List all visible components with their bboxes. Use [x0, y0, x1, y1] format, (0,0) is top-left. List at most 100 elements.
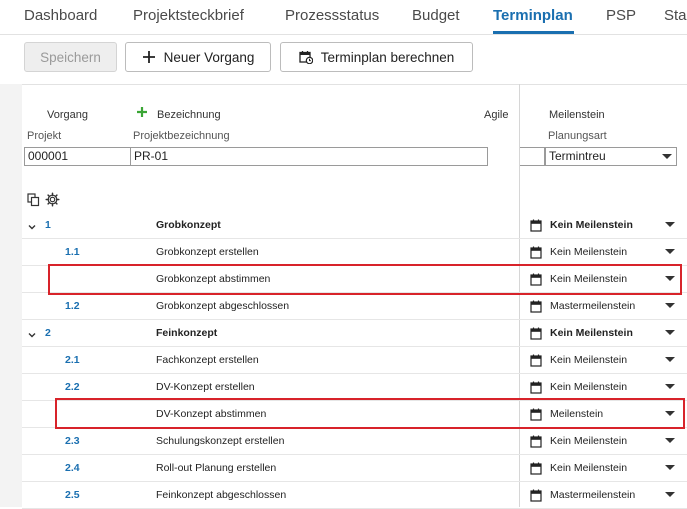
table-row[interactable]: 2.1 Fachkonzept erstellen Kein Meilenstein: [22, 347, 687, 374]
save-button[interactable]: Speichern: [24, 42, 117, 72]
milestone-cell[interactable]: Kein Meilenstein: [530, 217, 633, 233]
dropdown-arrow-icon[interactable]: [665, 384, 675, 389]
planungsart-value: Termintreu: [549, 149, 606, 163]
copy-icon[interactable]: [27, 193, 40, 212]
table-row[interactable]: 2.2 DV-Konzept erstellen Kein Meilenstein: [22, 374, 687, 401]
milestone-value: Mastermeilenstein: [550, 489, 636, 501]
projektbezeichnung-label: Projektbezeichnung: [133, 130, 230, 142]
milestone-cell[interactable]: Kein Meilenstein: [530, 325, 633, 341]
save-button-label: Speichern: [40, 49, 101, 65]
column-header-vorgang: Vorgang: [47, 109, 88, 121]
tab-budget[interactable]: Budget: [412, 7, 460, 24]
milestone-cell[interactable]: Mastermeilenstein: [530, 298, 635, 314]
highlight-box-grobkonzept-abstimmen: [48, 264, 682, 295]
calendar-icon: [530, 462, 546, 475]
calendar-icon: [530, 354, 546, 367]
projekt-label: Projekt: [27, 130, 62, 142]
row-number: 2.3: [65, 435, 80, 447]
dropdown-arrow-icon[interactable]: [665, 303, 675, 308]
row-name: Grobkonzept: [156, 219, 221, 231]
calculate-schedule-button[interactable]: Terminplan berechnen: [280, 42, 473, 72]
calendar-icon: [530, 435, 546, 448]
new-task-button-label: Neuer Vorgang: [163, 49, 255, 65]
toolbar: Speichern Neuer Vorgang Terminplan berec…: [0, 34, 687, 85]
dropdown-arrow-icon[interactable]: [665, 438, 675, 443]
table-row[interactable]: 2.4 Roll-out Planung erstellen Kein Meilen…: [22, 455, 687, 482]
milestone-value: Kein Meilenstein: [550, 246, 628, 258]
tab-bar: Dashboard Projektsteckbrief Prozessstatu…: [0, 0, 687, 35]
calendar-icon: [530, 246, 546, 259]
milestone-value: Kein Meilenstein: [550, 327, 633, 339]
highlight-box-dv-konzept-abstimmen: [55, 398, 685, 429]
chevron-down-icon: [662, 154, 672, 159]
row-number: 1.1: [65, 246, 80, 258]
row-number: 1.2: [65, 300, 80, 312]
milestone-cell[interactable]: Kein Meilenstein: [530, 460, 627, 476]
projekt-field[interactable]: 000001: [24, 147, 131, 166]
agile-field[interactable]: [520, 147, 545, 166]
milestone-value: Kein Meilenstein: [550, 219, 633, 231]
dropdown-arrow-icon[interactable]: [665, 222, 675, 227]
row-number: 2.2: [65, 381, 80, 393]
calendar-icon: [530, 489, 546, 502]
milestone-value: Kein Meilenstein: [550, 354, 628, 366]
gear-icon[interactable]: [45, 192, 60, 212]
milestone-value: Mastermeilenstein: [550, 300, 636, 312]
dropdown-arrow-icon[interactable]: [665, 357, 675, 362]
tab-dashboard[interactable]: Dashboard: [24, 7, 97, 24]
add-row-icon[interactable]: [136, 106, 148, 121]
milestone-value: Kein Meilenstein: [550, 462, 628, 474]
milestone-value: Kein Meilenstein: [550, 435, 628, 447]
tab-projektsteckbrief[interactable]: Projektsteckbrief: [133, 7, 244, 24]
column-header-agile: Agile: [484, 109, 509, 121]
row-name: Schulungskonzept erstellen: [156, 435, 285, 447]
group-row[interactable]: 1 Grobkonzept Kein Meilenstein: [22, 212, 687, 239]
calendar-icon: [530, 327, 546, 340]
planungsart-label: Planungsart: [548, 130, 607, 142]
dropdown-arrow-icon[interactable]: [665, 492, 675, 497]
group-row[interactable]: 2 Feinkonzept Kein Meilenstein: [22, 320, 687, 347]
plus-icon: [142, 50, 156, 64]
milestone-cell[interactable]: Mastermeilenstein: [530, 487, 635, 503]
milestone-value: Kein Meilenstein: [550, 381, 628, 393]
row-name: Fachkonzept erstellen: [156, 354, 259, 366]
row-name: Grobkonzept abgeschlossen: [156, 300, 290, 312]
row-name: DV-Konzept erstellen: [156, 381, 255, 393]
dropdown-arrow-icon[interactable]: [665, 465, 675, 470]
table-row[interactable]: 1.1 Grobkonzept erstellen Kein Meilenstein: [22, 239, 687, 266]
row-number: 2.5: [65, 489, 80, 501]
milestone-cell[interactable]: Kein Meilenstein: [530, 244, 627, 260]
row-number: 2.4: [65, 462, 80, 474]
column-header-meilenstein: Meilenstein: [549, 109, 605, 121]
calendar-icon: [530, 381, 546, 394]
tab-sta[interactable]: Sta: [664, 7, 687, 24]
row-name: Roll-out Planung erstellen: [156, 462, 277, 474]
row-number: 1: [45, 219, 51, 231]
calendar-icon: [530, 300, 546, 313]
chevron-down-icon[interactable]: [27, 219, 37, 230]
tab-psp[interactable]: PSP: [606, 7, 636, 24]
table-row[interactable]: 2.3 Schulungskonzept erstellen Kein Meilen…: [22, 428, 687, 455]
calculate-schedule-button-label: Terminplan berechnen: [320, 49, 455, 65]
row-number: 2.1: [65, 354, 80, 366]
row-name: Grobkonzept erstellen: [156, 246, 259, 258]
dropdown-arrow-icon[interactable]: [665, 330, 675, 335]
column-header-bezeichnung: Bezeichnung: [157, 109, 221, 121]
milestone-cell[interactable]: Kein Meilenstein: [530, 379, 627, 395]
table-row[interactable]: 2.5 Feinkonzept abgeschlossen Mastermeilen…: [22, 482, 687, 509]
tab-prozessstatus[interactable]: Prozessstatus: [285, 7, 379, 24]
dropdown-arrow-icon[interactable]: [665, 249, 675, 254]
milestone-cell[interactable]: Kein Meilenstein: [530, 433, 627, 449]
calendar-clock-icon: [299, 50, 313, 64]
row-name: Feinkonzept: [156, 327, 218, 339]
side-strip: [0, 84, 22, 507]
chevron-down-icon[interactable]: [27, 327, 37, 338]
row-number: 2: [45, 327, 51, 339]
planungsart-select[interactable]: Termintreu: [545, 147, 677, 166]
tab-terminplan[interactable]: Terminplan: [493, 7, 573, 24]
row-name: Feinkonzept abgeschlossen: [156, 489, 287, 501]
milestone-cell[interactable]: Kein Meilenstein: [530, 352, 627, 368]
projektbezeichnung-field[interactable]: PR-01: [130, 147, 488, 166]
table-row[interactable]: 1.2 Grobkonzept abgeschlossen Mastermeilen…: [22, 293, 687, 320]
new-task-button[interactable]: Neuer Vorgang: [125, 42, 271, 72]
